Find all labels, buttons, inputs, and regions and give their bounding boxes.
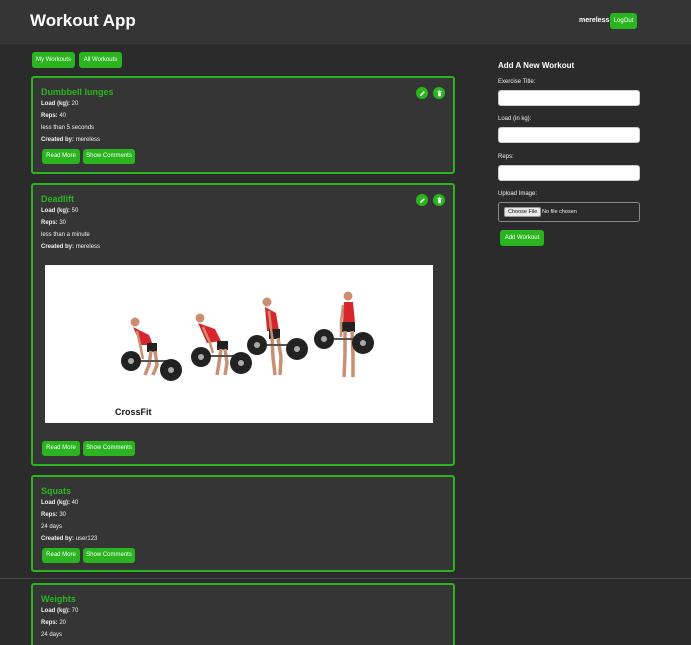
load-line: Load (kg): 40 [41,500,78,506]
time-ago: 24 days [41,632,63,638]
reps-input-label: Reps: [498,154,514,160]
load-value: 70 [71,608,79,614]
exercise-title-input[interactable] [498,90,640,106]
athlete-figure [247,297,308,376]
created-by-line: Created by: mereless [41,244,100,250]
workout-title: Deadlift [41,194,75,204]
logout-button[interactable]: LogOut [610,13,637,29]
pencil-icon [419,197,425,203]
choose-file-button[interactable]: Choose File [504,207,542,217]
load-label: Load (kg): [41,101,70,107]
reps-value: 40 [59,113,67,119]
created-by-line: Created by: user123 [41,536,97,542]
add-workout-button[interactable]: Add Workout [500,230,544,246]
load-value: 20 [71,101,79,107]
show-comments-button[interactable]: Show Comments [83,149,135,164]
created-by-label: Created by: [41,536,75,542]
athlete-figure [191,313,252,376]
load-value: 50 [71,208,79,214]
file-upload-field[interactable]: Choose File No file chosen [498,202,640,222]
divider [0,578,691,579]
read-more-button[interactable]: Read More [42,441,80,456]
reps-value: 30 [59,220,67,226]
created-by-label: Created by: [41,137,75,143]
load-value: 40 [71,500,79,506]
workout-title: Weights [41,594,76,604]
reps-line: Reps: 30 [41,512,66,518]
workout-title: Squats [41,486,72,496]
workout-image: CrossFit [45,265,433,423]
created-by-value: user123 [75,536,98,542]
reps-line: Reps: 40 [41,113,66,119]
reps-input[interactable] [498,165,640,181]
crossfit-logo: CrossFit [115,407,152,417]
show-comments-button[interactable]: Show Comments [83,441,135,456]
time-ago: less than 5 seconds [41,125,95,131]
reps-label: Reps: [41,620,58,626]
created-by-label: Created by: [41,244,75,250]
edit-button[interactable] [416,194,428,206]
workout-title: Dumbbell lunges [41,87,114,97]
read-more-button[interactable]: Read More [42,149,80,164]
workout-card: Squats Load (kg): 40 Reps: 30 24 days Cr… [31,475,455,572]
all-workouts-button[interactable]: All Workouts [79,52,122,68]
delete-button[interactable] [433,194,445,206]
form-title: Add A New Workout [498,61,575,70]
load-line: Load (kg): 50 [41,208,78,214]
top-navbar: Workout App mereless LogOut [0,0,691,44]
athlete-figure [314,291,374,378]
load-label: Load (kg): [41,608,70,614]
workout-card: Dumbbell lunges Load (kg): 20 Reps: 40 l… [31,76,455,174]
my-workouts-button[interactable]: My Workouts [32,52,75,68]
show-comments-button[interactable]: Show Comments [83,548,135,563]
load-label: Load (kg): [41,500,70,506]
load-label: Load (kg): [41,208,70,214]
load-line: Load (kg): 70 [41,608,78,614]
reps-value: 30 [59,512,67,518]
exercise-title-label: Exercise Title: [498,79,536,85]
reps-line: Reps: 30 [41,220,66,226]
reps-label: Reps: [41,220,58,226]
edit-button[interactable] [416,87,428,99]
read-more-button[interactable]: Read More [42,548,80,563]
reps-line: Reps: 20 [41,620,66,626]
workout-card: Deadlift Load (kg): 50 Reps: 30 less tha… [31,183,455,466]
load-input[interactable] [498,127,640,143]
file-status-text: No file chosen [542,209,577,215]
created-by-value: mereless [75,244,101,250]
upload-image-label: Upload Image: [498,191,538,197]
trash-icon [436,89,442,96]
load-input-label: Load (in kg): [498,116,532,122]
workout-card: Weights Load (kg): 70 Reps: 20 24 days [31,583,455,645]
app-title[interactable]: Workout App [30,11,136,31]
time-ago: 24 days [41,524,63,530]
created-by-value: mereless [75,137,101,143]
username-label: mereless [579,17,610,24]
athlete-figure [121,317,182,381]
delete-button[interactable] [433,87,445,99]
reps-label: Reps: [41,512,58,518]
pencil-icon [419,90,425,96]
trash-icon [436,196,442,203]
deadlift-illustration: CrossFit [115,291,374,417]
created-by-line: Created by: mereless [41,137,100,143]
time-ago: less than a minute [41,232,90,238]
reps-label: Reps: [41,113,58,119]
reps-value: 20 [59,620,67,626]
load-line: Load (kg): 20 [41,101,78,107]
